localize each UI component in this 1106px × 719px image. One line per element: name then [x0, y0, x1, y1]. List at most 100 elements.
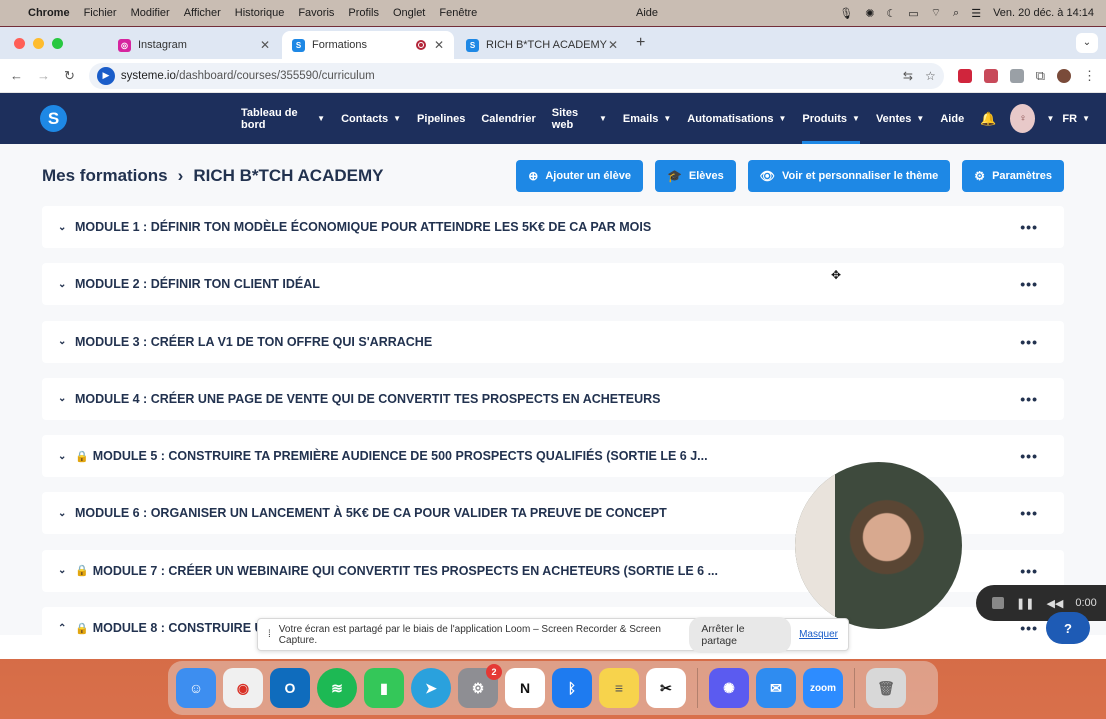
- nav-ventes[interactable]: Ventes ▼: [876, 93, 924, 144]
- finder-icon[interactable]: ☺: [176, 668, 216, 708]
- chevron-down-icon[interactable]: ⌄: [58, 222, 67, 233]
- menu-app-name[interactable]: Chrome: [28, 7, 70, 19]
- reload-icon[interactable]: ↻: [64, 68, 75, 84]
- profile-avatar-icon[interactable]: [1057, 68, 1071, 83]
- chevron-down-icon[interactable]: ⌄: [58, 279, 67, 290]
- extension-icon[interactable]: [957, 68, 972, 83]
- module-row[interactable]: ⌄ MODULE 2 : DÉFINIR TON CLIENT IDÉAL ••…: [42, 263, 1064, 306]
- breadcrumb-root[interactable]: Mes formations: [42, 166, 168, 186]
- microphone-icon[interactable]: 🎙: [839, 7, 853, 20]
- translate-icon[interactable]: ⇆: [903, 69, 913, 83]
- extension-icon[interactable]: [1009, 68, 1024, 83]
- stop-sharing-button[interactable]: Arrêter le partage: [689, 616, 792, 653]
- nav-calendrier[interactable]: Calendrier: [481, 93, 535, 144]
- language-selector[interactable]: FR ▼: [1062, 93, 1090, 144]
- nav-pipelines[interactable]: Pipelines: [417, 93, 465, 144]
- minimize-window-button[interactable]: [33, 38, 44, 49]
- chevron-down-icon[interactable]: ⌄: [58, 565, 67, 576]
- menu-fenetre[interactable]: Fenêtre: [439, 7, 477, 19]
- back-arrow-icon[interactable]: ←: [10, 68, 23, 83]
- trash-icon[interactable]: 🗑: [866, 668, 906, 708]
- brightness-icon[interactable]: ✺: [865, 7, 874, 20]
- theme-button[interactable]: 👁 Voir et personnaliser le thème: [747, 160, 951, 192]
- systeme-logo[interactable]: S: [40, 105, 67, 132]
- drag-handle-icon[interactable]: ⁞: [268, 629, 271, 640]
- close-icon[interactable]: ✕: [608, 38, 618, 52]
- menu-modifier[interactable]: Modifier: [131, 7, 170, 19]
- chevron-down-icon[interactable]: ⌄: [1076, 33, 1098, 53]
- students-button[interactable]: 🎓 Elèves: [654, 160, 736, 192]
- module-row[interactable]: ⌄ MODULE 3 : CRÉER LA V1 DE TON OFFRE QU…: [42, 320, 1064, 363]
- module-row[interactable]: ⌄ MODULE 1 : DÉFINIR TON MODÈLE ÉCONOMIQ…: [42, 206, 1064, 248]
- notion-icon[interactable]: N: [505, 668, 545, 708]
- avatar[interactable]: ♀: [1010, 104, 1036, 133]
- spotify-icon[interactable]: ≋: [317, 668, 357, 708]
- help-button[interactable]: ?: [1046, 612, 1090, 644]
- chevron-down-icon[interactable]: ▼: [1041, 93, 1054, 144]
- menu-historique[interactable]: Historique: [235, 7, 285, 19]
- add-student-button[interactable]: ⊕ Ajouter un élève: [516, 160, 643, 192]
- kebab-menu-icon[interactable]: ⋮: [1083, 68, 1096, 84]
- zoom-window-button[interactable]: [52, 38, 63, 49]
- menu-afficher[interactable]: Afficher: [184, 7, 221, 19]
- extension-icon[interactable]: [983, 68, 998, 83]
- puzzle-icon[interactable]: ⧉: [1036, 68, 1045, 84]
- new-tab-icon[interactable]: +: [636, 34, 645, 52]
- zoom-icon[interactable]: zoom: [803, 668, 843, 708]
- system-settings-icon[interactable]: ⚙ 2: [458, 664, 502, 708]
- more-options-icon[interactable]: •••: [1020, 505, 1038, 521]
- bluetooth-icon[interactable]: ᛒ: [552, 668, 592, 708]
- nav-produits[interactable]: Produits ▼: [802, 93, 860, 144]
- control-center-icon[interactable]: ☰: [971, 7, 981, 20]
- address-bar[interactable]: ▶ systeme.io/dashboard/courses/355590/cu…: [88, 62, 944, 89]
- forward-arrow-icon[interactable]: →: [37, 68, 50, 83]
- rewind-icon[interactable]: ◀◀: [1046, 597, 1063, 610]
- nav-contacts[interactable]: Contacts ▼: [341, 93, 401, 144]
- menu-aide[interactable]: Aide: [636, 7, 658, 19]
- capcut-icon[interactable]: ✂: [646, 668, 686, 708]
- menu-fichier[interactable]: Fichier: [84, 7, 117, 19]
- notes-icon[interactable]: ≡: [599, 668, 639, 708]
- spotlight-search-icon[interactable]: ⌕: [953, 7, 959, 20]
- chevron-down-icon[interactable]: ⌄: [58, 451, 67, 462]
- more-options-icon[interactable]: •••: [1020, 563, 1038, 579]
- telegram-icon[interactable]: ➤: [411, 668, 451, 708]
- more-options-icon[interactable]: •••: [1020, 276, 1038, 292]
- numbers-icon[interactable]: ▮: [364, 668, 404, 708]
- close-icon[interactable]: ✕: [434, 38, 444, 52]
- more-options-icon[interactable]: •••: [1020, 334, 1038, 350]
- battery-icon[interactable]: ▭: [908, 7, 918, 20]
- stop-recording-icon[interactable]: [992, 597, 1004, 609]
- settings-app-icon[interactable]: ✺: [709, 668, 749, 708]
- close-window-button[interactable]: [14, 38, 25, 49]
- pause-icon[interactable]: ❚❚: [1016, 597, 1034, 610]
- mail-icon[interactable]: ✉: [756, 668, 796, 708]
- webcam-bubble[interactable]: [795, 462, 962, 629]
- more-options-icon[interactable]: •••: [1020, 448, 1038, 464]
- tab-instagram[interactable]: ◎ Instagram ✕: [108, 31, 280, 59]
- site-info-icon[interactable]: ▶: [96, 66, 115, 85]
- chrome-icon[interactable]: ◉: [223, 668, 263, 708]
- wifi-icon[interactable]: ⌔: [931, 6, 941, 20]
- tab-rich-btch-academy[interactable]: S RICH B*TCH ACADEMY ✕: [456, 31, 628, 59]
- more-options-icon[interactable]: •••: [1020, 391, 1038, 407]
- menu-profils[interactable]: Profils: [348, 7, 379, 19]
- menubar-datetime[interactable]: Ven. 20 déc. à 14:14: [993, 7, 1094, 19]
- module-row[interactable]: ⌄ MODULE 4 : CRÉER UNE PAGE DE VENTE QUI…: [42, 377, 1064, 420]
- moon-icon[interactable]: ☾: [886, 7, 896, 20]
- chevron-up-icon[interactable]: ⌃: [58, 623, 67, 634]
- hide-link[interactable]: Masquer: [799, 629, 838, 640]
- chevron-down-icon[interactable]: ⌄: [58, 508, 67, 519]
- bookmark-star-icon[interactable]: ☆: [925, 69, 936, 83]
- chevron-down-icon[interactable]: ⌄: [58, 393, 67, 404]
- menu-onglet[interactable]: Onglet: [393, 7, 425, 19]
- menu-favoris[interactable]: Favoris: [298, 7, 334, 19]
- nav-automatisations[interactable]: Automatisations ▼: [687, 93, 786, 144]
- nav-aide[interactable]: Aide: [940, 93, 964, 144]
- outlook-icon[interactable]: O: [270, 668, 310, 708]
- nav-sites-web[interactable]: Sites web ▼: [552, 93, 607, 144]
- close-icon[interactable]: ✕: [260, 38, 270, 52]
- bell-icon[interactable]: 🔔: [980, 111, 996, 127]
- settings-button[interactable]: ⚙ Paramètres: [962, 160, 1064, 192]
- more-options-icon[interactable]: •••: [1020, 219, 1038, 235]
